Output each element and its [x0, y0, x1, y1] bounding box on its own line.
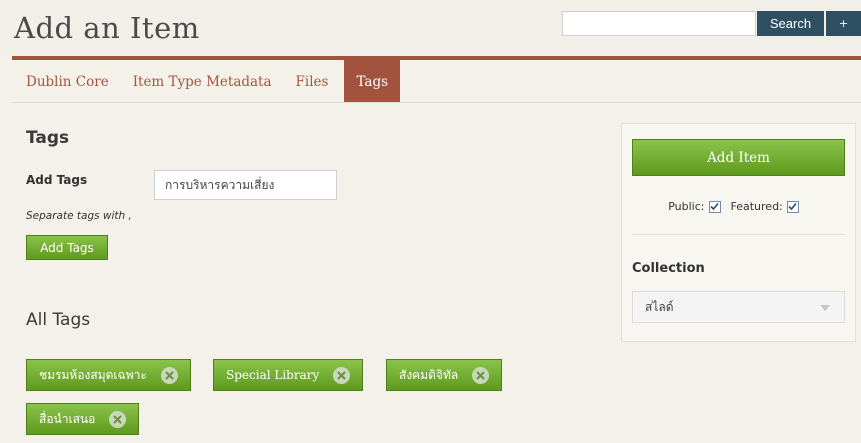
- collection-select[interactable]: สไลด์: [632, 291, 845, 323]
- tag-chip: Special Library: [213, 359, 364, 391]
- advanced-search-button[interactable]: +: [826, 11, 861, 36]
- tag-chip-label: Special Library: [226, 368, 320, 382]
- collection-label: Collection: [632, 261, 705, 276]
- tab-tags[interactable]: Tags: [344, 60, 401, 102]
- remove-tag-icon[interactable]: [472, 366, 490, 384]
- tabs-divider: [12, 102, 861, 103]
- tab-dublin-core[interactable]: Dublin Core: [12, 60, 119, 102]
- search-input[interactable]: [562, 11, 756, 36]
- tag-separator-hint: Separate tags with ,: [26, 210, 132, 222]
- tag-chip: สังคมดิจิทัล: [386, 359, 503, 391]
- all-tags-title: All Tags: [26, 310, 91, 330]
- remove-tag-icon[interactable]: [160, 366, 178, 384]
- featured-label: Featured:: [730, 200, 783, 213]
- remove-tag-icon[interactable]: [333, 366, 351, 384]
- tab-item-type-metadata[interactable]: Item Type Metadata: [119, 60, 282, 102]
- public-checkbox[interactable]: [708, 200, 721, 213]
- page-header: Add an Item Search +: [0, 0, 861, 56]
- panel-divider: [632, 234, 845, 235]
- tag-chip-label: สังคมดิจิทัล: [399, 367, 459, 382]
- chevron-down-icon: [820, 305, 830, 311]
- add-item-button[interactable]: Add Item: [632, 139, 845, 176]
- section-tabs: Dublin Core Item Type Metadata Files Tag…: [12, 60, 401, 102]
- add-tags-label: Add Tags: [26, 173, 88, 187]
- add-tags-button[interactable]: Add Tags: [26, 235, 108, 260]
- tag-input[interactable]: [154, 170, 337, 200]
- featured-checkbox[interactable]: [786, 200, 799, 213]
- item-flags: Public: Featured:: [622, 200, 855, 213]
- save-panel: Add Item Public: Featured: Collection สไ…: [621, 123, 856, 342]
- check-icon: [710, 202, 719, 211]
- public-label: Public:: [668, 200, 705, 213]
- tag-chip-label: ชมรมห้องสมุดเฉพาะ: [39, 367, 147, 382]
- remove-tag-icon[interactable]: [109, 410, 127, 428]
- tag-chip-label: สื่อนำเสนอ: [39, 411, 96, 426]
- search-button[interactable]: Search: [757, 11, 824, 36]
- tags-section-title: Tags: [26, 128, 70, 148]
- collection-selected-value: สไลด์: [645, 299, 674, 314]
- check-icon: [788, 202, 797, 211]
- tag-chip: สื่อนำเสนอ: [26, 403, 140, 435]
- page-title: Add an Item: [14, 11, 200, 45]
- tag-chip: ชมรมห้องสมุดเฉพาะ: [26, 359, 191, 391]
- tab-files[interactable]: Files: [282, 60, 339, 102]
